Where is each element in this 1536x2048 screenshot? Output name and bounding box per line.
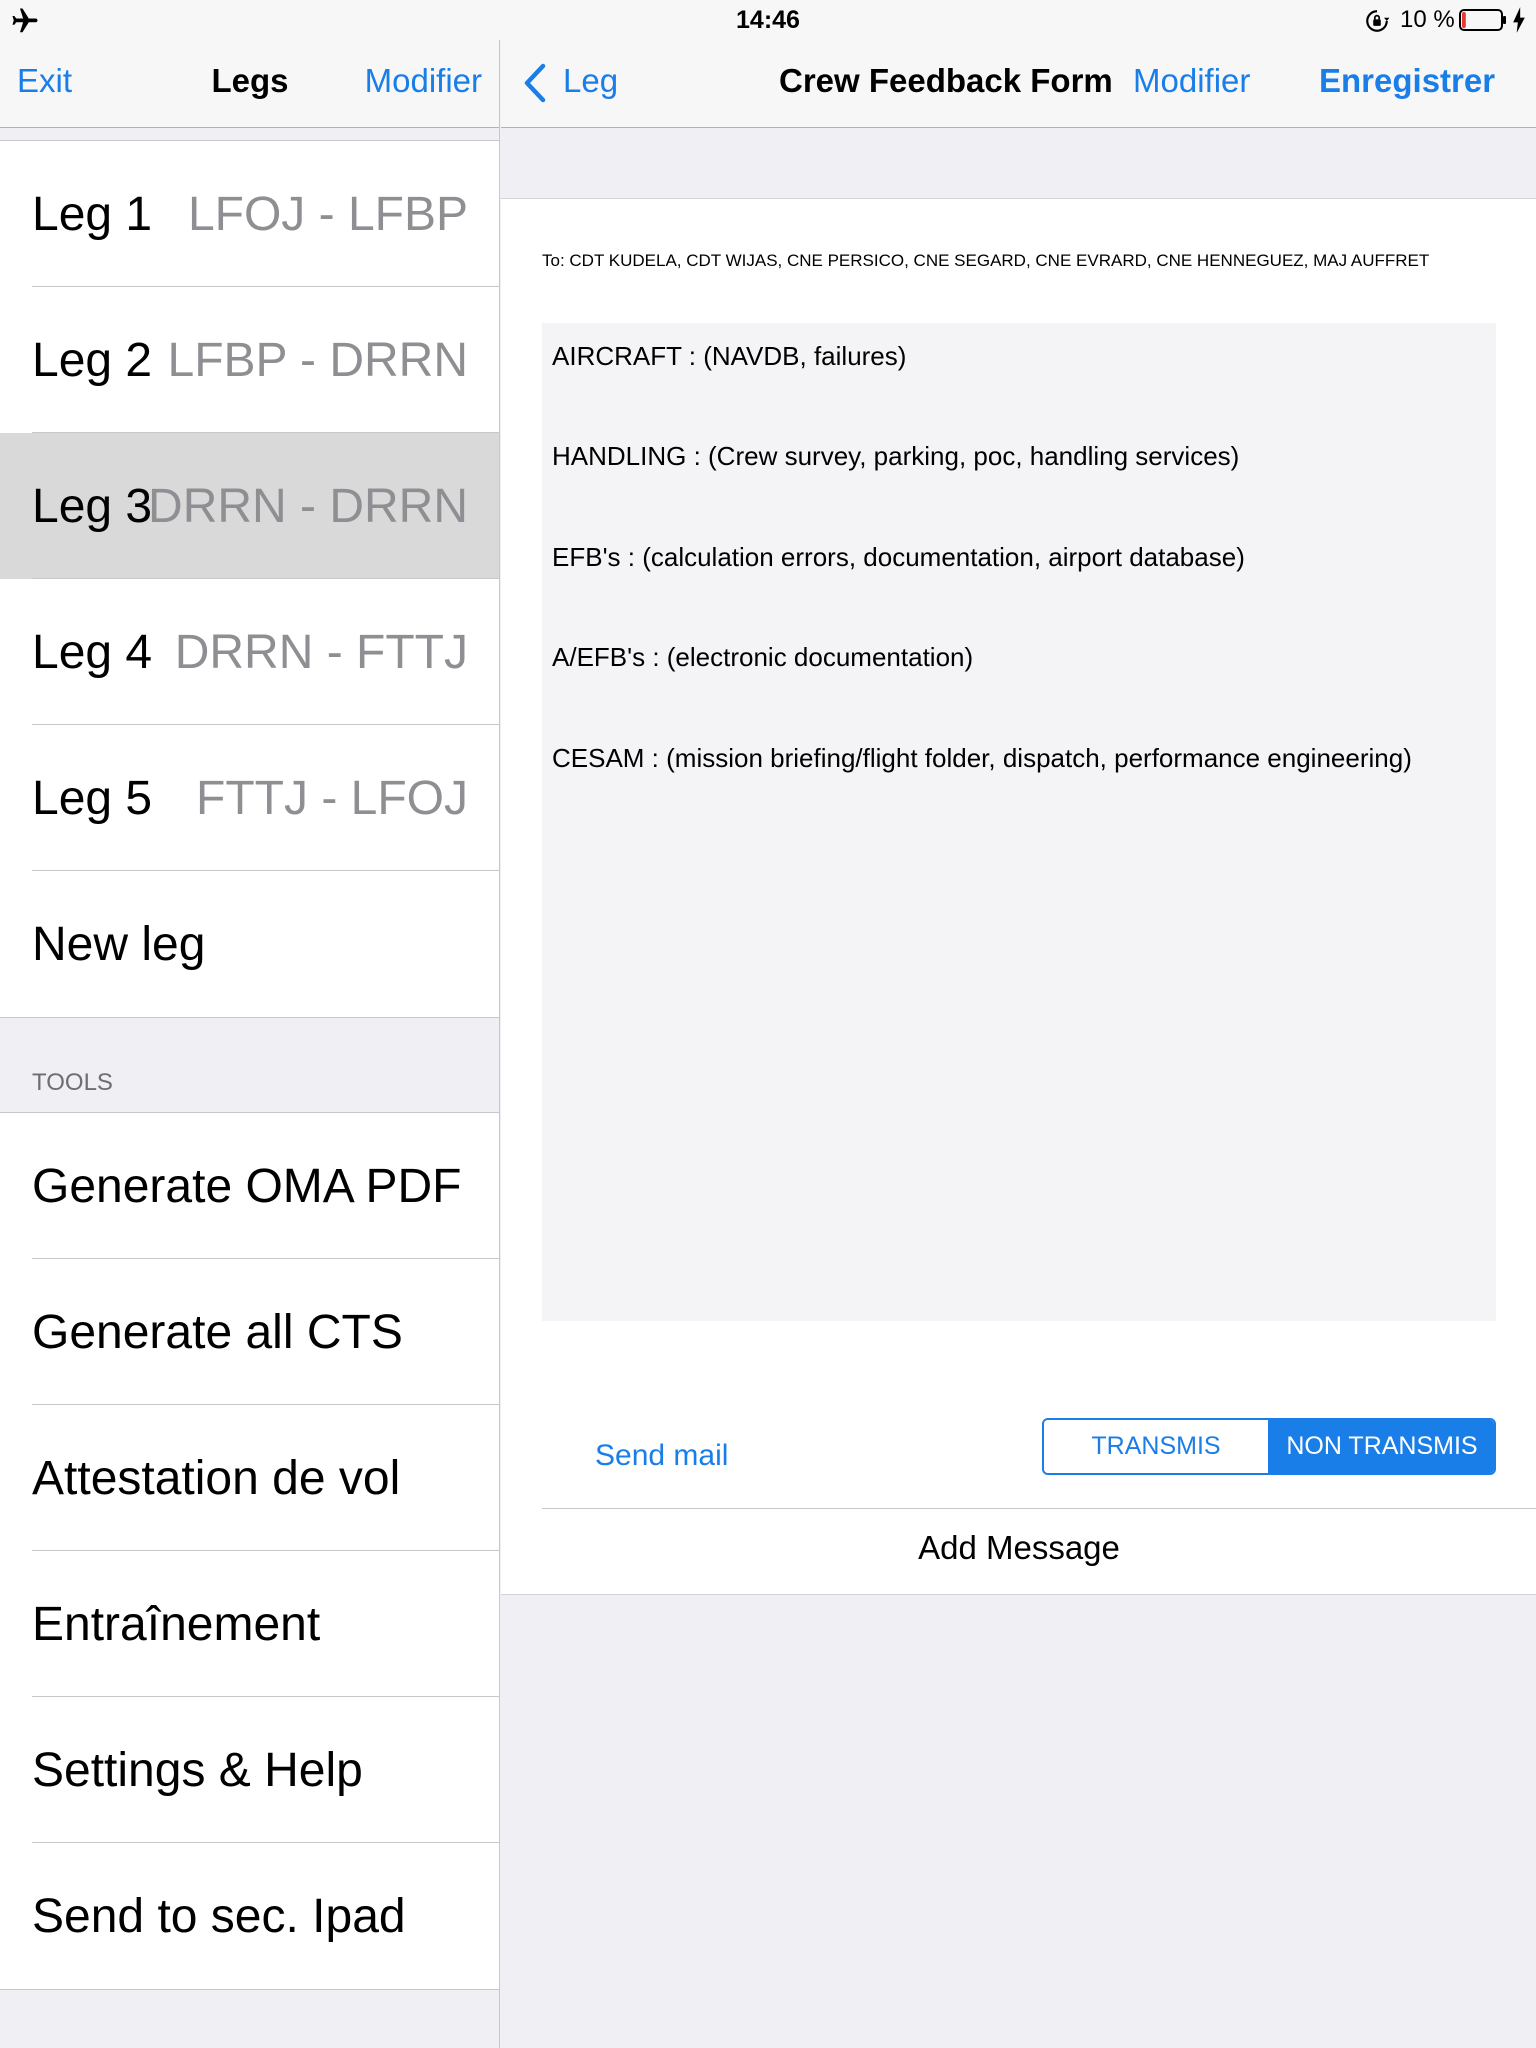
recipients-line: To: CDT KUDELA, CDT WIJAS, CNE PERSICO, … xyxy=(542,251,1430,270)
rotation-lock-icon xyxy=(1366,10,1390,32)
tool-send-to-sec-ipad[interactable]: Send to sec. Ipad xyxy=(0,1843,499,1989)
transmis-segment[interactable]: TRANSMIS xyxy=(1044,1420,1270,1473)
leg-label: Leg 2 xyxy=(32,334,153,387)
charging-bolt-icon xyxy=(1513,7,1525,33)
form-modify-button[interactable]: Modifier xyxy=(1133,62,1250,100)
tool-generate-oma-pdf[interactable]: Generate OMA PDF xyxy=(0,1113,499,1259)
tool-label: Generate OMA PDF xyxy=(32,1160,462,1213)
topic-handling: HANDLING : (Crew survey, parking, poc, h… xyxy=(552,441,1240,471)
save-button[interactable]: Enregistrer xyxy=(1319,62,1495,100)
feedback-text-area[interactable]: AIRCRAFT : (NAVDB, failures) HANDLING : … xyxy=(542,323,1496,1321)
divider xyxy=(542,1508,1536,1509)
tool-attestation-de-vol[interactable]: Attestation de vol xyxy=(0,1405,499,1551)
status-time: 14:46 xyxy=(736,6,800,34)
tool-entrainement[interactable]: Entraînement xyxy=(0,1551,499,1697)
form-title: Crew Feedback Form xyxy=(779,62,1113,99)
new-leg-row[interactable]: New leg xyxy=(0,871,499,1017)
send-mail-button[interactable]: Send mail xyxy=(595,1439,728,1473)
legs-nav-bar: Exit Legs Modifier xyxy=(0,40,499,128)
leg-label: Leg 5 xyxy=(32,772,153,825)
battery-icon xyxy=(1459,9,1506,31)
leg-row-1[interactable]: Leg 1 LFOJ - LFBP xyxy=(0,141,499,287)
transmission-status-control: TRANSMIS NON TRANSMIS xyxy=(1042,1418,1496,1475)
tool-generate-all-cts[interactable]: Generate all CTS xyxy=(0,1259,499,1405)
tools-section-header: TOOLS xyxy=(32,1069,113,1096)
leg-route: DRRN - DRRN xyxy=(148,480,468,533)
add-message-button[interactable]: Add Message xyxy=(542,1529,1496,1567)
leg-route: LFBP - DRRN xyxy=(167,334,469,387)
non-transmis-segment[interactable]: NON TRANSMIS xyxy=(1270,1420,1494,1473)
tool-label: Attestation de vol xyxy=(32,1452,401,1505)
tool-label: Settings & Help xyxy=(32,1744,363,1797)
leg-route: FTTJ - LFOJ xyxy=(196,772,468,825)
new-leg-label: New leg xyxy=(32,918,206,971)
status-bar: 14:46 10 % xyxy=(0,0,1536,40)
tool-label: Entraînement xyxy=(32,1598,321,1651)
leg-row-5[interactable]: Leg 5 FTTJ - LFOJ xyxy=(0,725,499,871)
tool-label: Send to sec. Ipad xyxy=(32,1890,406,1943)
legs-modify-button[interactable]: Modifier xyxy=(365,62,482,100)
battery-percent: 10 % xyxy=(1400,6,1455,33)
topic-cesam: CESAM : (mission briefing/flight folder,… xyxy=(552,743,1412,773)
leg-route: LFOJ - LFBP xyxy=(187,188,468,241)
leg-label: Leg 3 xyxy=(32,480,153,533)
legs-list: Leg 1 LFOJ - LFBP Leg 2 LFBP - DRRN Leg … xyxy=(0,140,499,1018)
leg-label: Leg 1 xyxy=(32,188,153,241)
tool-label: Generate all CTS xyxy=(32,1306,403,1359)
topic-efbs: EFB's : (calculation errors, documentati… xyxy=(552,542,1245,572)
leg-row-3[interactable]: Leg 3 DRRN - DRRN xyxy=(0,433,499,579)
leg-row-2[interactable]: Leg 2 LFBP - DRRN xyxy=(0,287,499,433)
form-nav-bar: Leg Crew Feedback Form Modifier Enregist… xyxy=(501,40,1536,128)
legs-panel: Exit Legs Modifier Leg 1 LFOJ - LFBP Leg… xyxy=(0,0,500,2048)
leg-route: DRRN - FTTJ xyxy=(174,626,468,679)
form-content: To: CDT KUDELA, CDT WIJAS, CNE PERSICO, … xyxy=(501,198,1536,1595)
feedback-form-panel: Leg Crew Feedback Form Modifier Enregist… xyxy=(501,0,1536,2048)
leg-row-4[interactable]: Leg 4 DRRN - FTTJ xyxy=(0,579,499,725)
chevron-left-icon xyxy=(524,63,546,103)
leg-label: Leg 4 xyxy=(32,626,153,679)
tools-list: Generate OMA PDF Generate all CTS Attest… xyxy=(0,1112,499,1990)
topic-a-efbs: A/EFB's : (electronic documentation) xyxy=(552,642,974,672)
topic-aircraft: AIRCRAFT : (NAVDB, failures) xyxy=(552,341,907,371)
tool-settings-help[interactable]: Settings & Help xyxy=(0,1697,499,1843)
back-label: Leg xyxy=(563,62,619,99)
